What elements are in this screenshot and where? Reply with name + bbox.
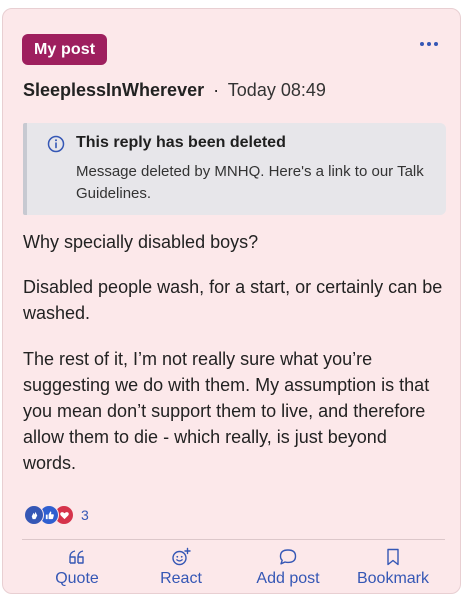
speech-bubble-icon xyxy=(279,549,297,565)
bookmark-button[interactable]: Bookmark xyxy=(348,547,438,588)
add-post-button[interactable]: Add post xyxy=(248,547,328,588)
post-actions-bar: Quote React Add post Bookmark xyxy=(3,547,462,595)
post-card: My post SleeplessInWherever · Today 08:4… xyxy=(2,8,461,594)
quote-button[interactable]: Quote xyxy=(47,547,107,588)
divider xyxy=(22,539,445,540)
post-body: Why specially disabled boys? Disabled pe… xyxy=(23,229,443,496)
react-label: React xyxy=(160,570,202,587)
quote-label: Quote xyxy=(55,570,99,587)
deleted-reply-notice: This reply has been deleted Message dele… xyxy=(23,123,446,215)
clap-icon xyxy=(24,505,44,525)
my-post-badge: My post xyxy=(22,34,108,65)
post-paragraph: The rest of it, I’m not really sure what… xyxy=(23,349,430,473)
post-timestamp: Today 08:49 xyxy=(227,80,326,100)
deleted-notice-message: Message deleted by MNHQ. Here's a link t… xyxy=(76,163,424,202)
add-post-label: Add post xyxy=(256,570,320,587)
bookmark-label: Bookmark xyxy=(356,570,430,587)
deleted-notice-title: This reply has been deleted xyxy=(76,134,286,151)
post-paragraph: Disabled people wash, for a start, or ce… xyxy=(23,277,443,323)
meta-separator: · xyxy=(213,80,220,100)
post-paragraph: Why specially disabled boys? xyxy=(23,232,259,252)
post-meta: SleeplessInWherever · Today 08:49 xyxy=(23,80,326,101)
add-reaction-icon xyxy=(172,547,191,566)
more-options-icon[interactable] xyxy=(418,40,440,48)
author-name[interactable]: SleeplessInWherever xyxy=(23,80,204,100)
reactions-summary[interactable]: 3 xyxy=(24,505,89,525)
bookmark-icon xyxy=(387,548,399,566)
reaction-count: 3 xyxy=(81,507,89,523)
react-button[interactable]: React xyxy=(151,547,211,588)
info-icon xyxy=(47,135,65,153)
quote-icon xyxy=(69,550,84,564)
